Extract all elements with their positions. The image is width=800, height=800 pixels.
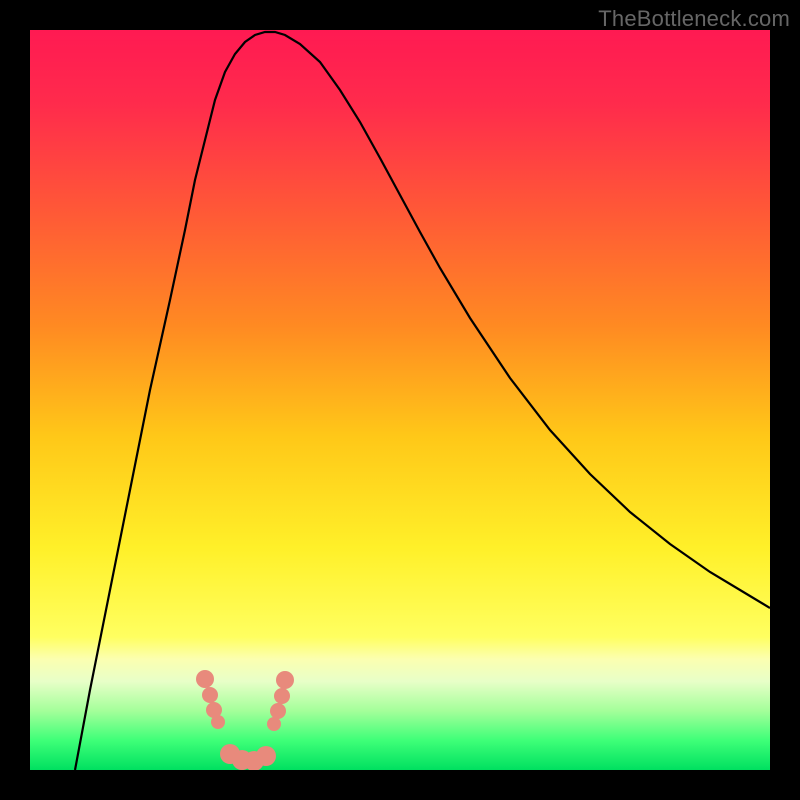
watermark-text: TheBottleneck.com bbox=[598, 6, 790, 32]
data-marker bbox=[202, 687, 218, 703]
data-marker bbox=[274, 688, 290, 704]
data-marker bbox=[196, 670, 214, 688]
curve-layer bbox=[30, 30, 770, 770]
curve-markers bbox=[196, 670, 294, 770]
bottleneck-curve bbox=[75, 32, 770, 770]
data-marker bbox=[276, 671, 294, 689]
data-marker bbox=[270, 703, 286, 719]
data-marker bbox=[256, 746, 276, 766]
plot-area bbox=[30, 30, 770, 770]
data-marker bbox=[267, 717, 281, 731]
chart-frame: TheBottleneck.com bbox=[0, 0, 800, 800]
data-marker bbox=[211, 715, 225, 729]
